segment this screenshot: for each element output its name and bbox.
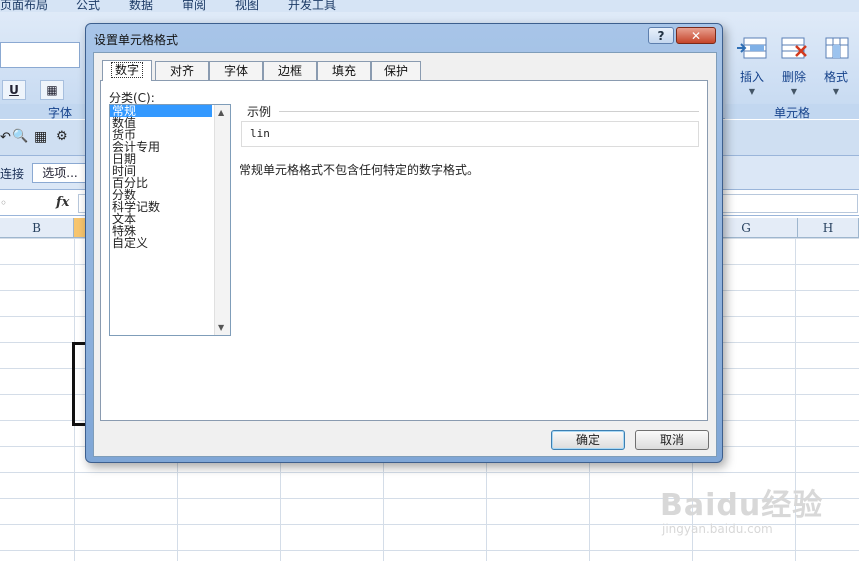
table-icon[interactable]: ▦ — [34, 129, 47, 145]
category-listbox[interactable]: 常规 数值 货币 会计专用 日期 时间 百分比 分数 科学记数 文本 特殊 自定… — [109, 104, 231, 336]
tools-icon[interactable]: ⚙ — [56, 129, 68, 144]
format-cells-icon — [825, 37, 849, 59]
number-tab-panel: 分类(C): 常规 数值 货币 会计专用 日期 时间 百分比 分数 科学记数 文… — [100, 80, 708, 421]
undo-icon[interactable]: ↶ — [0, 130, 11, 145]
tab-number-label: 数字 — [110, 62, 143, 78]
scroll-down-icon[interactable]: ▼ — [218, 323, 224, 332]
format-cells-button[interactable]: 格式 ▼ — [812, 34, 859, 96]
dialog-body: 数字 对齐 字体 边框 填充 保护 分类(C): 常规 数值 货币 会计专用 日… — [93, 52, 717, 457]
connections-label: 连接 — [0, 167, 25, 181]
help-button[interactable]: ? — [648, 27, 674, 44]
print-preview-icon[interactable]: 🔍 — [12, 129, 28, 144]
insert-cells-icon — [737, 37, 767, 59]
menu-data[interactable]: 数据 — [129, 0, 153, 12]
menu-developer[interactable]: 开发工具 — [288, 0, 336, 12]
category-item-custom[interactable]: 自定义 — [110, 237, 212, 249]
options-button[interactable]: 选项... — [32, 163, 88, 183]
cancel-button[interactable]: 取消 — [635, 430, 709, 450]
delete-cells-icon — [781, 37, 807, 59]
tab-protection[interactable]: 保护 — [371, 61, 421, 80]
delete-cells-label: 删除 — [781, 70, 806, 84]
format-cells-dialog: 设置单元格格式 ? ✕ 数字 对齐 字体 边框 填充 保护 分类(C): 常规 … — [85, 23, 723, 463]
menu-formulas[interactable]: 公式 — [76, 0, 100, 12]
sample-value: lin — [250, 127, 270, 140]
sample-label: 示例 — [245, 103, 274, 120]
chevron-down-icon: ▼ — [832, 87, 840, 96]
tab-fill[interactable]: 填充 — [317, 61, 371, 80]
category-scrollbar[interactable]: ▲ ▼ — [214, 105, 230, 335]
tab-border[interactable]: 边框 — [263, 61, 317, 80]
close-button[interactable]: ✕ — [676, 27, 716, 44]
ok-button[interactable]: 确定 — [551, 430, 625, 450]
ribbon-menu-bar: 页面布局 公式 数据 审阅 视图 开发工具 — [0, 0, 859, 12]
border-button[interactable]: ▦ — [40, 80, 64, 100]
insert-cells-button[interactable]: 插入 ▼ — [728, 34, 776, 96]
close-icon: ✕ — [690, 29, 702, 43]
help-icon: ? — [657, 29, 665, 43]
insert-cells-label: 插入 — [739, 70, 764, 84]
column-header-b[interactable]: B — [0, 218, 74, 238]
menu-review[interactable]: 审阅 — [182, 0, 206, 12]
sample-box: lin — [241, 121, 699, 147]
format-description: 常规单元格格式不包含任何特定的数字格式。 — [239, 163, 480, 177]
name-box-arrow-icon[interactable]: ◦ — [0, 196, 7, 210]
column-header-h[interactable]: H — [798, 218, 859, 238]
font-name-combo[interactable] — [0, 42, 80, 68]
watermark-logo: Baidu经验 — [660, 488, 824, 523]
delete-cells-button[interactable]: 删除 ▼ — [770, 34, 818, 96]
cells-group-label: 单元格 — [725, 104, 859, 120]
tab-alignment[interactable]: 对齐 — [155, 61, 209, 80]
dialog-title: 设置单元格格式 — [94, 33, 179, 47]
watermark-url: jingyan.baidu.com — [662, 522, 773, 536]
menu-view[interactable]: 视图 — [235, 0, 259, 12]
sample-divider — [279, 111, 699, 112]
chevron-down-icon: ▼ — [790, 87, 798, 96]
underline-button[interactable]: U — [2, 80, 26, 100]
format-cells-label: 格式 — [823, 70, 848, 84]
border-icon: ▦ — [46, 83, 58, 97]
tab-font[interactable]: 字体 — [209, 61, 263, 80]
menu-page-layout[interactable]: 页面布局 — [0, 0, 48, 12]
scroll-up-icon[interactable]: ▲ — [218, 108, 224, 117]
chevron-down-icon: ▼ — [748, 87, 756, 96]
fx-icon[interactable]: fx — [56, 195, 69, 210]
tab-number[interactable]: 数字 — [102, 60, 152, 81]
